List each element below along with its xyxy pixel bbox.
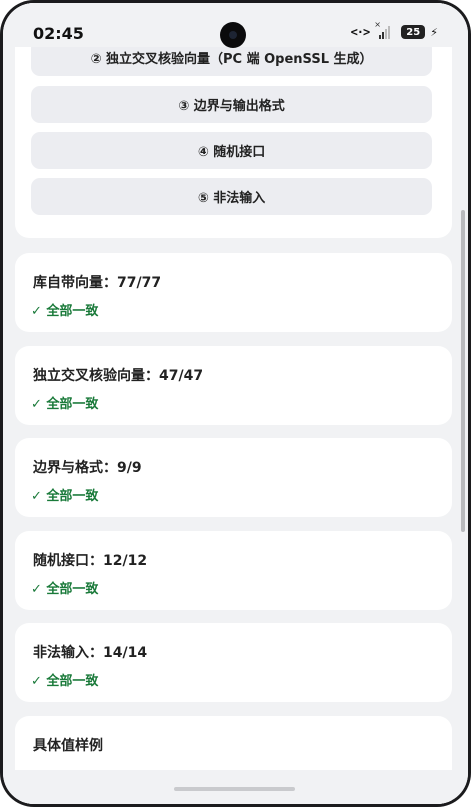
result-card-builtin: 库自带向量：77/77 ✓ 全部一致	[15, 253, 452, 332]
phone-frame: 02:45 <·> × 25 ⚡ ② 独立交叉核验向量（PC 端 OpenSSL…	[0, 0, 471, 807]
result-status: ✓ 全部一致	[31, 489, 99, 504]
battery-icon: 25	[401, 25, 426, 39]
front-camera	[220, 22, 246, 48]
result-status: ✓ 全部一致	[31, 397, 99, 412]
status-bar: 02:45 <·> × 25 ⚡	[3, 3, 468, 48]
screen: 02:45 <·> × 25 ⚡ ② 独立交叉核验向量（PC 端 OpenSSL…	[3, 3, 468, 804]
nav-button-boundary-format[interactable]: ③ 边界与输出格式	[31, 86, 432, 123]
result-status: ✓ 全部一致	[31, 674, 99, 689]
result-card-random: 随机接口：12/12 ✓ 全部一致	[15, 531, 452, 610]
result-card-boundary: 边界与格式：9/9 ✓ 全部一致	[15, 438, 452, 517]
result-title: 库自带向量：77/77	[33, 275, 162, 291]
status-time: 02:45	[33, 24, 84, 43]
result-status: ✓ 全部一致	[31, 304, 99, 319]
result-title: 边界与格式：9/9	[33, 460, 142, 476]
result-card-invalid: 非法输入：14/14 ✓ 全部一致	[15, 623, 452, 702]
data-transfer-icon: <·>	[350, 25, 371, 39]
scrollbar[interactable]	[461, 210, 465, 532]
result-card-cross-check: 独立交叉核验向量：47/47 ✓ 全部一致	[15, 346, 452, 425]
nav-button-invalid-input[interactable]: ⑤ 非法输入	[31, 178, 432, 215]
signal-icon: ×	[374, 20, 396, 39]
result-title: 非法输入：14/14	[33, 645, 148, 661]
charging-icon: ⚡	[430, 25, 438, 39]
samples-title: 具体值样例	[33, 738, 103, 754]
result-status: ✓ 全部一致	[31, 582, 99, 597]
home-indicator[interactable]	[174, 787, 295, 791]
nav-button-random-interface[interactable]: ④ 随机接口	[31, 132, 432, 169]
status-icons: <·> × 25 ⚡	[350, 20, 438, 39]
result-title: 独立交叉核验向量：47/47	[33, 368, 204, 384]
result-title: 随机接口：12/12	[33, 553, 148, 569]
